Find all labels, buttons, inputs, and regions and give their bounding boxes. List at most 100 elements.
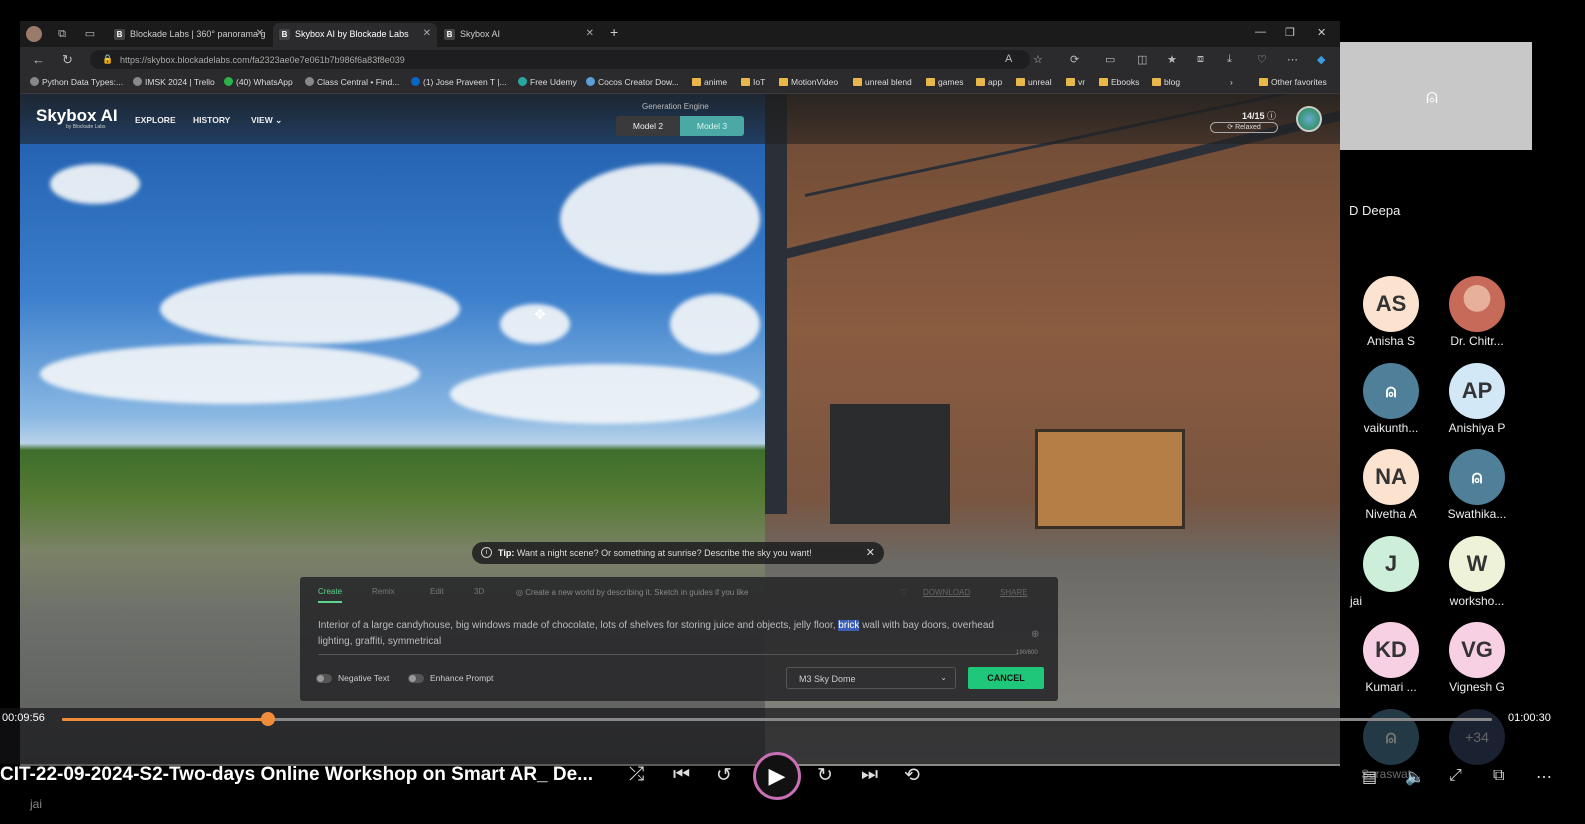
forward-30-icon[interactable]: ↻	[817, 764, 833, 787]
bookmark-item[interactable]: Python Data Types:...	[30, 77, 123, 87]
shuffle-icon[interactable]: ⤮	[629, 764, 644, 786]
cancel-button[interactable]: CANCEL	[968, 667, 1044, 689]
tab-3d[interactable]: 3D	[474, 587, 484, 596]
model-2-button[interactable]: Model 2	[616, 116, 680, 136]
participant[interactable]: NA Nivetha A	[1346, 449, 1436, 521]
refresh-extension-icon[interactable]: ⟳	[1070, 53, 1079, 66]
participant[interactable]: J jai	[1346, 536, 1436, 608]
bookmarks-bar: Python Data Types:... IMSK 2024 | Trello…	[20, 72, 1340, 94]
wooden-door	[1035, 429, 1185, 529]
split-screen-icon[interactable]: ◫	[1137, 53, 1147, 66]
other-favorites-folder[interactable]: Other favorites	[1259, 77, 1327, 87]
copilot-icon[interactable]: ◆	[1317, 53, 1325, 66]
rewind-10-icon[interactable]: ↺	[716, 764, 732, 787]
negative-text-toggle[interactable]	[316, 674, 332, 683]
prompt-textarea[interactable]: Interior of a large candyhouse, big wind…	[318, 618, 998, 650]
bookmark-item[interactable]: Class Central • Find...	[305, 77, 399, 87]
bookmark-item[interactable]: IMSK 2024 | Trello	[133, 77, 215, 87]
seek-bar[interactable]	[62, 718, 1492, 721]
fullscreen-icon[interactable]: ⤢	[1449, 767, 1462, 785]
bookmark-item[interactable]: Free Udemy	[518, 77, 577, 87]
bookmark-item[interactable]: Cocos Creator Dow...	[586, 77, 679, 87]
bookmarks-overflow-icon[interactable]: ›	[1230, 77, 1233, 87]
favorite-star-icon[interactable]: ☆	[1033, 53, 1043, 66]
style-select[interactable]: M3 Sky Dome ⌄	[786, 667, 956, 689]
more-options-icon[interactable]: ⋯	[1536, 767, 1552, 787]
bookmark-folder[interactable]: unreal blend	[853, 77, 912, 87]
tab-actions-icon[interactable]: ▭	[82, 26, 98, 42]
download-button[interactable]: DOWNLOAD	[923, 588, 970, 597]
previous-icon[interactable]: ⏮	[673, 764, 690, 786]
share-button[interactable]: SHARE	[1000, 588, 1028, 597]
tab-remix[interactable]: Remix	[372, 587, 395, 596]
collections-icon[interactable]: ⧈	[1197, 53, 1204, 66]
favorites-icon[interactable]: ★	[1167, 53, 1177, 66]
folder-icon	[976, 78, 985, 86]
relaxed-mode-badge[interactable]: ⟳ Relaxed	[1210, 122, 1278, 133]
miniplayer-icon[interactable]: ⧉	[1493, 767, 1504, 785]
cloud	[160, 274, 460, 344]
url-field[interactable]: 🔒 https://skybox.blockadelabs.com/fa2323…	[90, 50, 1030, 69]
window-close-icon[interactable]: ✕	[1317, 26, 1326, 39]
nav-view[interactable]: VIEW ⌄	[251, 115, 282, 126]
info-icon[interactable]: ⓘ	[1267, 111, 1276, 121]
participant[interactable]: ⍝ vaikunth...	[1346, 363, 1436, 435]
cast-icon[interactable]: ▭	[1105, 53, 1115, 66]
tab-skybox-ai-by-blockade-labs[interactable]: B Skybox AI by Blockade Labs ✕	[273, 23, 437, 47]
tab-create[interactable]: Create	[318, 587, 343, 603]
participant[interactable]: KD Kumari ...	[1346, 622, 1436, 694]
user-avatar[interactable]	[1296, 106, 1322, 132]
bookmark-folder[interactable]: IoT	[741, 77, 765, 87]
tab-blockade-labs[interactable]: B Blockade Labs | 360° panorama g ✕	[108, 23, 270, 47]
skybox-viewport[interactable]: Skybox AI by Blockade Labs EXPLORE HISTO…	[20, 94, 1340, 766]
restore-icon[interactable]: ❐	[1285, 26, 1295, 39]
profile-avatar[interactable]	[26, 26, 42, 42]
close-tip-icon[interactable]: ✕	[866, 546, 875, 559]
refresh-icon[interactable]: ↻	[62, 52, 73, 68]
skybox-top-nav: Skybox AI by Blockade Labs EXPLORE HISTO…	[20, 94, 1340, 144]
captions-icon[interactable]: ▤	[1362, 767, 1377, 787]
blockade-favicon-icon: B	[279, 29, 290, 40]
participant[interactable]: AP Anishiya P	[1432, 363, 1522, 435]
close-icon[interactable]: ✕	[256, 28, 264, 39]
new-tab-button[interactable]: +	[610, 24, 618, 40]
nav-history[interactable]: HISTORY	[193, 115, 230, 125]
participant[interactable]: W worksho...	[1432, 536, 1522, 608]
heart-icon[interactable]: ♡	[900, 588, 907, 597]
participant[interactable]: Dr. Chitr...	[1432, 276, 1522, 348]
participant[interactable]: ⍝ Swathika...	[1432, 449, 1522, 521]
participant[interactable]: VG Vignesh G	[1432, 622, 1522, 694]
bookmark-folder[interactable]: anime	[692, 77, 727, 87]
tab-skybox-ai[interactable]: B Skybox AI ✕	[438, 23, 600, 47]
enhance-prompt-toggle[interactable]	[408, 674, 424, 683]
bookmark-item[interactable]: (1) Jose Praveen T |...	[411, 77, 507, 87]
bookmark-folder[interactable]: blog	[1152, 77, 1180, 87]
bookmark-folder[interactable]: Ebooks	[1099, 77, 1139, 87]
close-icon[interactable]: ✕	[586, 28, 594, 39]
bookmark-folder[interactable]: MotionVideo	[779, 77, 838, 87]
download-icon[interactable]: ⤓	[1227, 53, 1232, 66]
participant[interactable]: AS Anisha S	[1346, 276, 1436, 348]
skybox-logo[interactable]: Skybox AI	[36, 106, 118, 126]
back-icon[interactable]: ←	[32, 52, 45, 67]
nav-explore[interactable]: EXPLORE	[135, 115, 176, 125]
char-counter: 190/600	[1016, 650, 1038, 656]
model-3-button[interactable]: Model 3	[680, 116, 744, 136]
bookmark-folder[interactable]: app	[976, 77, 1002, 87]
bookmark-folder[interactable]: games	[926, 77, 964, 87]
more-menu-icon[interactable]: ⋯	[1287, 53, 1298, 66]
read-aloud-icon[interactable]: A	[1005, 53, 1012, 65]
volume-icon[interactable]: 🔈	[1405, 767, 1425, 787]
bookmark-item[interactable]: (40) WhatsApp	[224, 77, 293, 87]
close-icon[interactable]: ✕	[423, 28, 431, 39]
bookmark-folder[interactable]: unreal	[1016, 77, 1052, 87]
browser-essentials-icon[interactable]: ♡	[1257, 53, 1267, 66]
add-icon[interactable]: ⊕	[1031, 629, 1039, 640]
play-button[interactable]: ▶	[753, 752, 801, 800]
minimize-icon[interactable]: —	[1255, 26, 1266, 38]
next-icon[interactable]: ⏭	[861, 764, 878, 786]
tab-edit[interactable]: Edit	[430, 587, 444, 596]
workspaces-icon[interactable]: ⧉	[54, 26, 70, 42]
repeat-icon[interactable]: ⟲	[904, 764, 920, 787]
bookmark-folder[interactable]: vr	[1066, 77, 1085, 87]
